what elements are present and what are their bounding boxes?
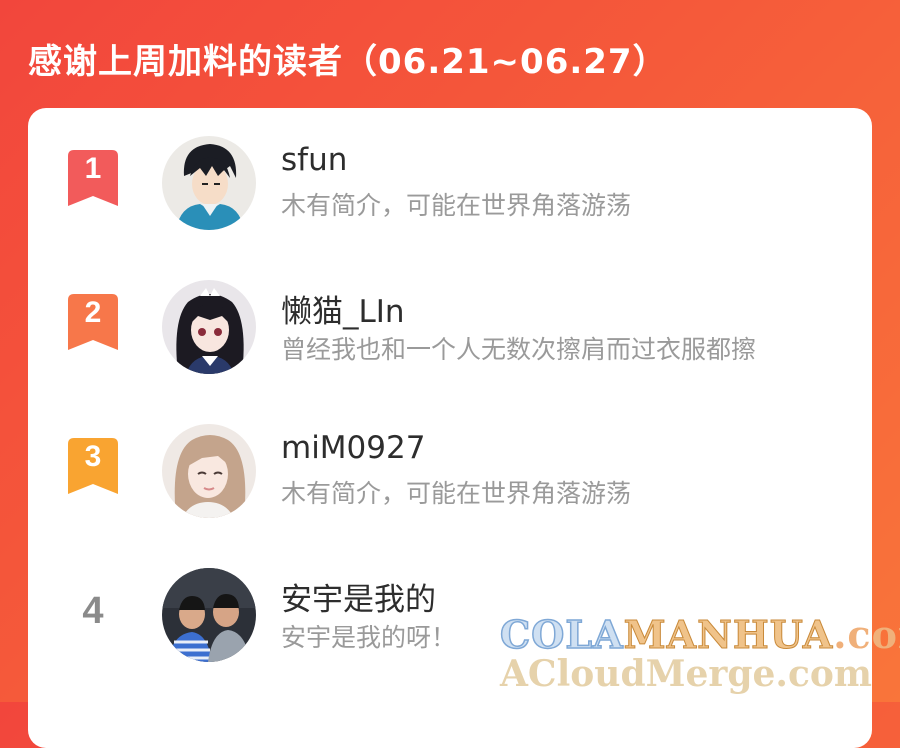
avatar[interactable] — [162, 280, 256, 374]
reader-row-2[interactable]: 2 懒猫_LIn 曾经我也和一个人无数次擦肩而过衣服都擦 — [28, 280, 872, 390]
reader-row-3[interactable]: 3 miM0927 木有简介，可能在世界角落游荡 — [28, 424, 872, 534]
rank-2-badge: 2 — [68, 294, 118, 350]
rank-1-badge: 1 — [68, 150, 118, 206]
rank-number: 1 — [84, 152, 102, 185]
watermark-line-2: ACloudMerge.com — [500, 653, 872, 695]
reader-bio: 安宇是我的呀！ — [281, 623, 457, 652]
reader-row-1[interactable]: 1 sfun 木有简介，可能在世界角落游荡 — [28, 136, 872, 246]
watermark: COLAMANHUA.com ACloudMerge.com — [499, 611, 900, 695]
watermark-line-1: COLAMANHUA.com — [499, 611, 900, 658]
reader-name: 安宇是我的 — [281, 582, 436, 618]
rank-number: 4 — [82, 590, 104, 632]
avatar[interactable] — [162, 424, 256, 518]
rank-number: 2 — [84, 296, 102, 329]
avatar[interactable] — [162, 568, 256, 662]
reader-bio: 曾经我也和一个人无数次擦肩而过衣服都擦 — [281, 335, 757, 364]
watermark-cola: COLA — [499, 611, 624, 658]
reader-name: miM0927 — [281, 430, 426, 466]
page-title: 感谢上周加料的读者（06.21~06.27） — [28, 42, 668, 82]
rank-3-badge: 3 — [68, 438, 118, 494]
reader-bio: 木有简介，可能在世界角落游荡 — [281, 479, 632, 508]
watermark-com: .com — [833, 612, 900, 657]
rank-number: 3 — [84, 440, 102, 473]
reader-name: 懒猫_LIn — [281, 294, 405, 330]
watermark-manhua: MANHUA — [623, 612, 834, 658]
avatar[interactable] — [162, 136, 256, 230]
reader-bio: 木有简介，可能在世界角落游荡 — [281, 191, 632, 220]
reader-name: sfun — [281, 142, 348, 178]
